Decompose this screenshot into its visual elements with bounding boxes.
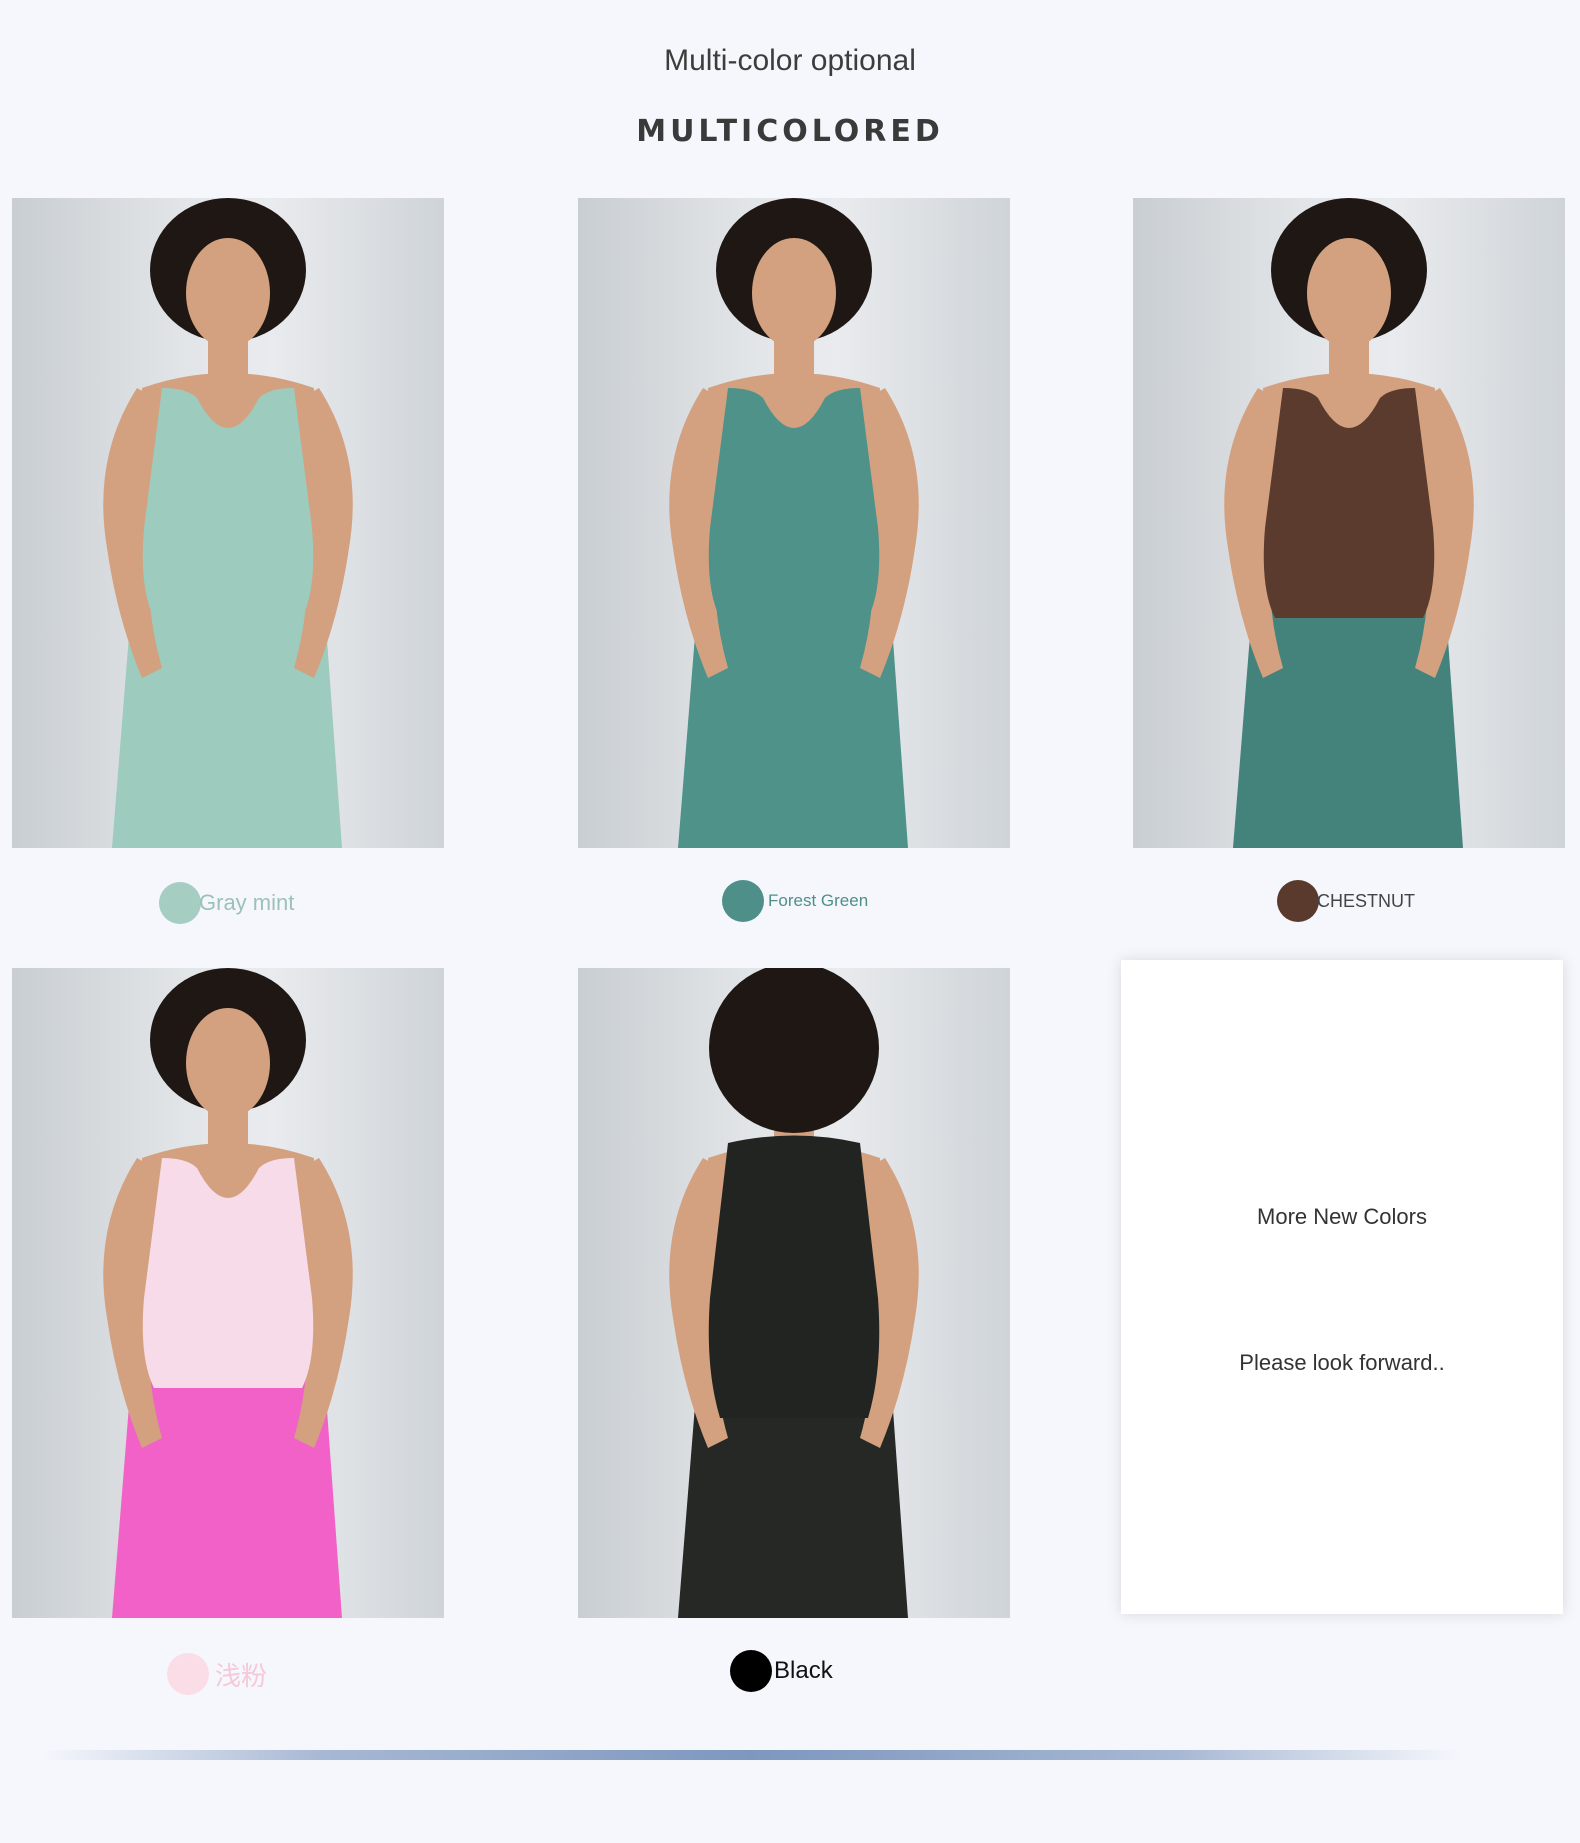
product-photo-gray-mint[interactable]	[12, 198, 444, 848]
model-illustration	[103, 968, 353, 1618]
section-divider	[40, 1750, 1460, 1760]
hair-shape	[709, 968, 879, 1133]
product-photo-forest-green[interactable]	[578, 198, 1010, 848]
more-colors-subtitle: Please look forward..	[1239, 1350, 1445, 1375]
product-photo-light-pink[interactable]	[12, 968, 444, 1618]
color-option-black[interactable]: Black	[730, 1649, 833, 1693]
product-photo-black[interactable]	[578, 968, 1010, 1618]
face-shape	[186, 238, 270, 348]
swatch-gray-mint	[159, 882, 201, 924]
swatch-label-forest-green: Forest Green	[768, 891, 869, 910]
model-illustration	[669, 198, 919, 848]
more-colors-title: More New Colors	[1257, 1204, 1427, 1229]
color-option-chestnut[interactable]: CHESTNUT	[1277, 879, 1415, 923]
color-option-forest-green[interactable]: Forest Green	[722, 879, 868, 923]
swatch-forest-green	[722, 880, 764, 922]
color-option-gray-mint[interactable]: Gray mint	[159, 881, 294, 925]
face-shape	[1307, 238, 1391, 348]
top-garment-shape	[708, 1135, 880, 1418]
swatch-label-black: Black	[774, 1657, 833, 1684]
swatch-chestnut	[1277, 880, 1319, 922]
product-photo-chestnut[interactable]	[1133, 198, 1565, 848]
more-colors-card: More New Colors Please look forward..	[1121, 960, 1563, 1614]
face-shape	[186, 1008, 270, 1118]
swatch-label-gray-mint: Gray mint	[199, 890, 295, 915]
model-illustration	[669, 968, 919, 1618]
model-illustration	[1224, 198, 1474, 848]
swatch-label-chestnut: CHESTNUT	[1317, 890, 1415, 911]
color-option-light-pink[interactable]: 浅粉	[167, 1652, 267, 1696]
face-shape	[752, 238, 836, 348]
model-illustration	[103, 198, 353, 848]
swatch-light-pink	[167, 1653, 209, 1695]
swatch-label-light-pink: 浅粉	[215, 1661, 268, 1692]
page-title: MULTICOLORED	[636, 114, 944, 149]
page-subtitle: Multi-color optional	[664, 44, 916, 77]
swatch-black	[730, 1650, 772, 1692]
